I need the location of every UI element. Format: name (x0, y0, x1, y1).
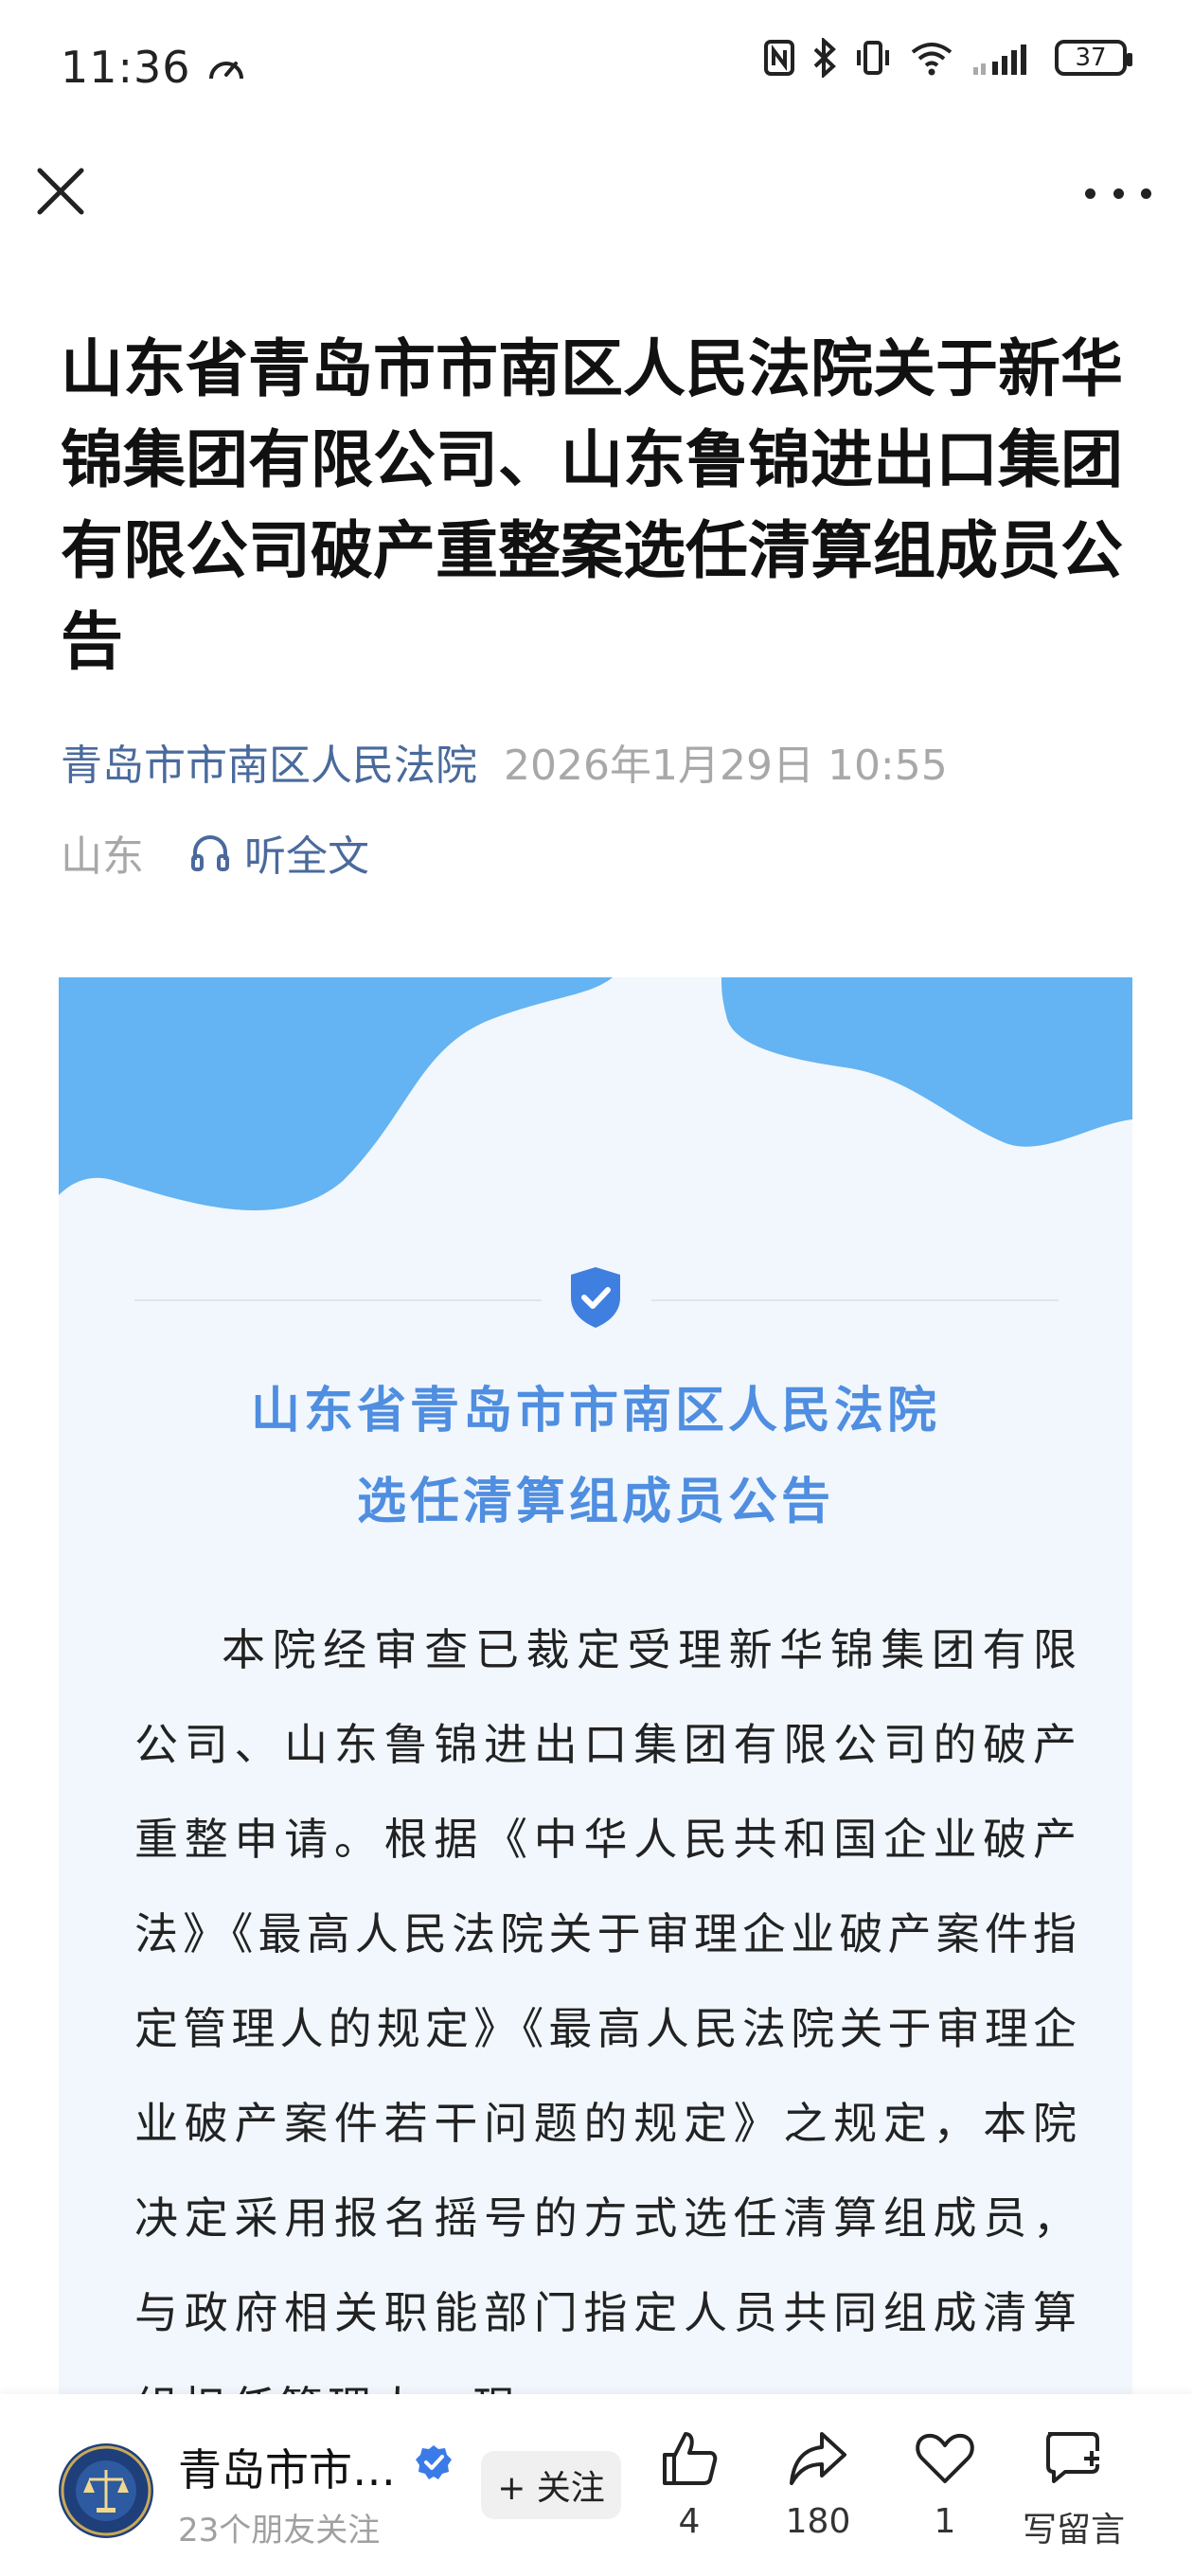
status-icons: 37 (763, 38, 1132, 78)
like-count: 4 (678, 2502, 701, 2541)
card-title: 山东省青岛市市南区人民法院 选任清算组成员公告 (250, 1383, 940, 1530)
thumbs-up-icon (663, 2432, 718, 2485)
like-button[interactable]: 4 (632, 2428, 746, 2541)
bottom-action-bar: 青岛市市… 23个朋友关注 + 关注 4 180 1 写留言 (0, 2394, 1193, 2576)
bluetooth-icon (813, 38, 836, 78)
write-comment-button[interactable]: 写留言 (1017, 2428, 1131, 2551)
status-time: 11:36 (61, 42, 247, 93)
article-source-link[interactable]: 青岛市市南区人民法院 (61, 742, 477, 790)
share-button[interactable]: 180 (761, 2428, 875, 2541)
share-arrow-icon (790, 2432, 846, 2485)
write-comment-label: 写留言 (1022, 2511, 1125, 2549)
article-meta: 青岛市市南区人民法院 2026年1月29日 10:55 (61, 731, 948, 792)
headphones-icon (191, 835, 229, 871)
share-count: 180 (785, 2502, 851, 2541)
heart-icon (916, 2433, 974, 2483)
listen-label: 听全文 (244, 832, 369, 881)
vibrate-icon (857, 41, 889, 75)
article-region: 山东 (61, 832, 144, 881)
wifi-icon (911, 43, 953, 76)
account-avatar[interactable] (59, 2443, 153, 2538)
court-emblem-icon (61, 2445, 151, 2536)
announcement-card: 山东省青岛市市南区人民法院 选任清算组成员公告 本院经审查已裁定受理新华锦集团有… (59, 977, 1132, 2398)
favorite-count: 1 (934, 2502, 956, 2541)
favorite-button[interactable]: 1 (888, 2428, 1002, 2541)
article-date: 2026年1月29日 10:55 (504, 742, 948, 790)
listen-full-text-button[interactable]: 听全文 (189, 822, 369, 883)
more-horizontal-icon (1085, 188, 1095, 199)
follow-button[interactable]: + 关注 (481, 2451, 621, 2519)
nfc-icon (764, 40, 794, 76)
comment-add-icon (1046, 2432, 1099, 2483)
article-title: 山东省青岛市市南区人民法院关于新华锦集团有限公司、山东鲁锦进出口集团有限公司破产… (61, 332, 1123, 678)
shield-check-icon (571, 1267, 620, 1328)
account-name[interactable]: 青岛市市… (178, 2436, 396, 2498)
signal-icon (973, 45, 1026, 75)
close-icon (37, 168, 84, 215)
card-body-text: 本院经审查已裁定受理新华锦集团有限公司、山东鲁锦进出口集团有限公司的破产重整申请… (134, 1624, 1081, 2398)
followers-count: 23个朋友关注 (178, 2512, 381, 2549)
verified-badge-icon (416, 2445, 452, 2479)
battery-icon: 37 (1055, 40, 1132, 76)
close-button[interactable] (32, 163, 89, 220)
more-button[interactable] (1085, 174, 1151, 212)
article-meta-secondary: 山东 听全文 (61, 822, 369, 883)
speed-gauge-icon (209, 62, 244, 80)
card-divider (59, 1261, 1132, 1337)
card-wave-decoration (59, 977, 1132, 1210)
